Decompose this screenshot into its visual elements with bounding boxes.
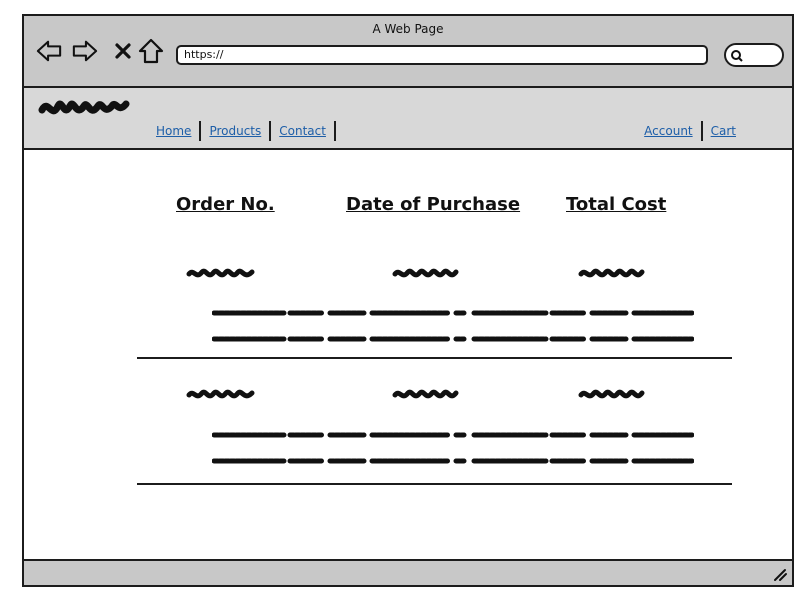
site-logo[interactable] [38,94,130,126]
order-number-placeholder [186,389,255,399]
item-description-placeholder [212,432,694,438]
nav-link-contact[interactable]: Contact [271,124,334,138]
item-description-placeholder [212,310,694,316]
header-total-cost: Total Cost [566,194,667,215]
address-url: https:// [184,48,224,61]
item-description-placeholder [212,458,694,464]
forward-arrow-icon[interactable] [72,38,98,64]
browser-window: A Web Page https:// Home Products Contac… [22,14,794,587]
primary-nav: Home Products Contact [148,121,336,141]
total-cost-placeholder [578,389,645,399]
row-divider [137,357,732,359]
close-x-icon[interactable] [110,38,136,64]
resize-grip-icon[interactable] [772,568,788,582]
nav-separator [333,121,336,141]
total-cost-placeholder [578,268,645,278]
search-icon [731,50,743,62]
browser-toolbar: A Web Page https:// [24,16,792,88]
date-placeholder [392,268,459,278]
address-bar[interactable]: https:// [176,45,708,65]
nav-link-home[interactable]: Home [148,124,199,138]
nav-link-account[interactable]: Account [636,124,700,138]
date-placeholder [392,389,459,399]
window-title: A Web Page [372,22,444,36]
header-date-of-purchase: Date of Purchase [346,194,521,215]
header-order-no: Order No. [176,194,275,215]
row-divider [137,483,732,485]
account-nav: Account Cart [636,121,744,141]
nav-link-cart[interactable]: Cart [703,124,744,138]
item-description-placeholder [212,336,694,342]
back-arrow-icon[interactable] [36,38,62,64]
home-icon[interactable] [138,38,164,64]
site-header: Home Products Contact Account Cart [24,88,792,150]
status-bar [24,559,792,585]
nav-link-products[interactable]: Products [201,124,269,138]
search-button[interactable] [724,43,784,67]
order-number-placeholder [186,268,255,278]
